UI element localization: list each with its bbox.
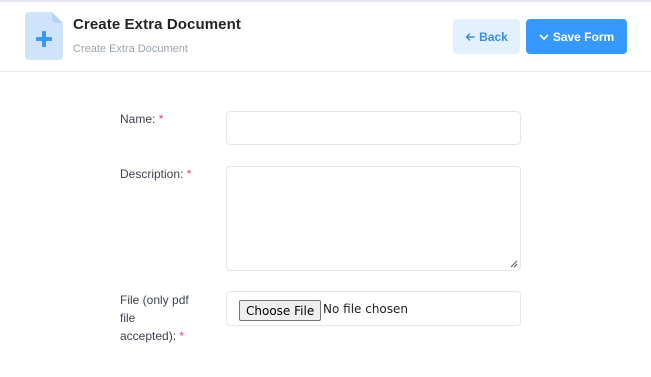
file-input[interactable]: Choose File No file chosen: [226, 291, 521, 326]
name-label: Name: *: [120, 110, 163, 128]
file-label-line2: file: [120, 311, 136, 325]
file-label-line3-wrap: accepted): *: [120, 327, 189, 345]
description-label: Description: *: [120, 165, 191, 183]
back-button-label: Back: [479, 29, 508, 44]
resize-handle-icon[interactable]: [510, 260, 518, 268]
file-label-line1: File (only pdf: [120, 293, 189, 307]
file-label: File (only pdf file accepted): *: [120, 291, 189, 345]
add-document-icon: [25, 12, 63, 60]
required-mark: *: [158, 112, 164, 126]
page-subtitle: Create Extra Document: [73, 43, 188, 55]
back-button[interactable]: Back: [453, 19, 520, 54]
name-label-text: Name:: [120, 112, 156, 126]
page-header: Create Extra Document Create Extra Docum…: [0, 2, 651, 72]
choose-file-button[interactable]: Choose File: [239, 300, 322, 321]
required-mark: *: [179, 329, 185, 343]
page-title: Create Extra Document: [73, 16, 241, 33]
file-status-text: No file chosen: [323, 302, 409, 316]
name-input[interactable]: [226, 111, 521, 145]
save-form-button[interactable]: Save Form: [526, 19, 627, 54]
required-mark: *: [186, 167, 192, 181]
description-textarea[interactable]: [226, 166, 521, 271]
save-form-button-label: Save Form: [552, 29, 615, 44]
arrow-left-icon: [465, 32, 475, 41]
file-label-line3: accepted):: [120, 329, 177, 343]
chevron-down-icon: [539, 34, 549, 40]
description-label-text: Description:: [120, 167, 184, 181]
